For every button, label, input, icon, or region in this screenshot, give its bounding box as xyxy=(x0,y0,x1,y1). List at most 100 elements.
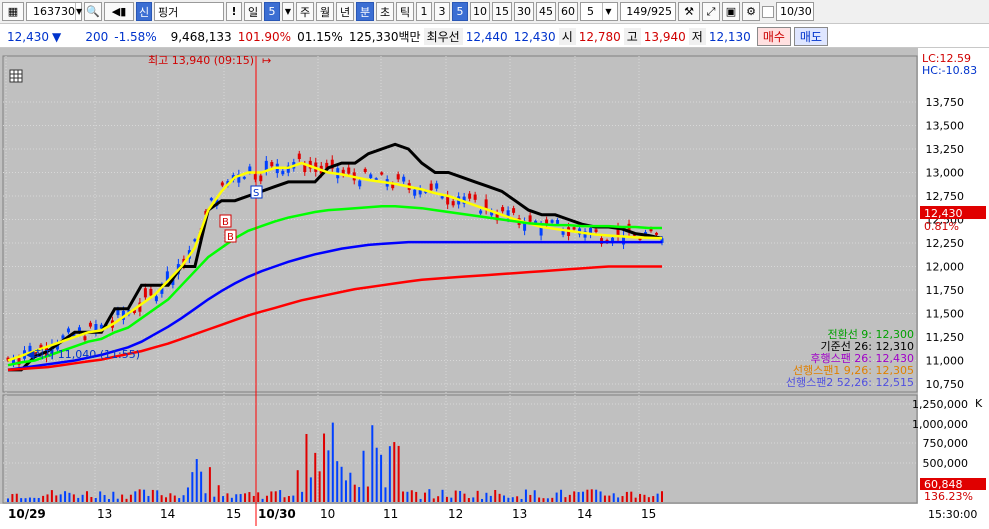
volume-bar xyxy=(516,496,519,502)
grid-toggle-icon[interactable] xyxy=(9,69,23,83)
volume-bar xyxy=(301,491,304,502)
volume-bar xyxy=(327,450,330,502)
interval-5[interactable]: 5 xyxy=(452,2,468,21)
period-value[interactable]: 5 xyxy=(264,2,280,21)
interval-30[interactable]: 30 xyxy=(514,2,534,21)
tab-minute[interactable]: 분 xyxy=(356,2,374,21)
volume-bar xyxy=(489,495,492,502)
price-tick-label: 11,000 xyxy=(926,355,965,368)
sell-button[interactable]: 매도 xyxy=(793,27,829,46)
tab-week[interactable]: 주 xyxy=(296,2,314,21)
search-icon[interactable]: 🔍 xyxy=(84,2,102,21)
volume-bar xyxy=(441,489,444,502)
volume-bar xyxy=(64,491,67,502)
volume-bar xyxy=(15,493,18,502)
volume-bar xyxy=(507,497,510,502)
count-select[interactable]: 5 ▼ xyxy=(580,2,618,21)
volume-bar xyxy=(24,498,27,502)
change-arrow-icon: ▼ xyxy=(52,29,62,44)
interval-3[interactable]: 3 xyxy=(434,2,450,21)
volume-bar xyxy=(542,498,545,502)
volume-bar xyxy=(603,495,606,502)
stock-code-input[interactable]: 163730 ▼ xyxy=(26,2,82,21)
top-toolbar: ▦ 163730 ▼ 🔍 ◀▮ 신 핑거 ! 일 5 ▼ 주 월 년 분 초 틱… xyxy=(0,0,989,24)
signal-b-marker: B xyxy=(219,214,232,228)
chevron-down-icon[interactable]: ▼ xyxy=(602,3,614,20)
candle-body xyxy=(594,229,598,233)
interval-60[interactable]: 60 xyxy=(558,2,578,21)
volume-bar xyxy=(476,490,479,502)
stock-code-value: 163730 xyxy=(33,5,75,18)
volume-bar xyxy=(511,497,514,502)
date-field[interactable]: 10/30 xyxy=(776,2,814,21)
current-price: 12,430 xyxy=(7,29,49,44)
volume-bar xyxy=(86,491,89,502)
interval-1[interactable]: 1 xyxy=(416,2,432,21)
volume-bar xyxy=(384,487,387,502)
volume-bar xyxy=(639,493,642,502)
volume-bar xyxy=(437,496,440,502)
chart-tools-icon[interactable]: ⚒ xyxy=(678,2,700,21)
tab-tick[interactable]: 틱 xyxy=(396,2,414,21)
volume-bar xyxy=(590,489,593,502)
chart-type-icon[interactable]: ▦ xyxy=(2,2,24,21)
price-chart-svg[interactable]: 최고 13,940 (09:15) ↦ 최저 11,040 (11:55) ◀ … xyxy=(0,48,989,526)
volume-bar xyxy=(182,495,185,502)
info-button[interactable]: ! xyxy=(226,2,242,21)
interval-10[interactable]: 10 xyxy=(470,2,490,21)
time-tick-label: 10/30 xyxy=(258,507,296,521)
save-icon[interactable]: ▣ xyxy=(722,2,740,21)
candle-body xyxy=(66,328,70,333)
volume-bar xyxy=(445,496,448,502)
volume-bar xyxy=(428,489,431,502)
chart-area[interactable]: 최고 13,940 (09:15) ↦ 최저 11,040 (11:55) ◀ … xyxy=(0,48,989,526)
volume-bar xyxy=(397,445,400,502)
high-value: 13,940 xyxy=(643,29,686,44)
tab-year[interactable]: 년 xyxy=(336,2,354,21)
volume-bar xyxy=(112,491,115,502)
volume-panel xyxy=(2,394,918,504)
volume-bar xyxy=(72,494,75,502)
buy-button[interactable]: 매수 xyxy=(756,27,791,46)
volume-bar xyxy=(191,472,194,502)
volume-bar xyxy=(459,490,462,502)
price-tick-label: 13,750 xyxy=(926,96,965,109)
tab-month[interactable]: 월 xyxy=(316,2,334,21)
interval-15[interactable]: 15 xyxy=(492,2,512,21)
high-label: 고 xyxy=(623,28,641,45)
volume-bar xyxy=(402,491,405,502)
volume-bar xyxy=(165,497,168,502)
volume-pct-tag: 136.23% xyxy=(924,490,973,503)
low-arrow-icon: ◀ xyxy=(26,348,35,361)
volume-bar xyxy=(279,490,282,502)
turnover-pct: 01.15% xyxy=(297,29,343,44)
price-tick-label: 13,000 xyxy=(926,167,965,180)
date-checkbox[interactable] xyxy=(762,5,774,18)
chevron-down-icon[interactable]: ▼ xyxy=(75,3,82,20)
volume-bar xyxy=(454,490,457,502)
volume-bar xyxy=(652,496,655,502)
candle-body xyxy=(149,288,153,296)
crosshair-icon[interactable]: ⤢ xyxy=(702,2,720,21)
gear-icon[interactable]: ⚙ xyxy=(742,2,760,21)
candle-body xyxy=(440,196,444,199)
volume-bar xyxy=(248,492,251,502)
volume-bar xyxy=(230,497,233,502)
stock-name-field[interactable]: 핑거 xyxy=(154,2,224,21)
period-dropdown-icon[interactable]: ▼ xyxy=(282,2,294,21)
volume-bar xyxy=(59,494,62,502)
candle-body xyxy=(116,309,120,316)
price-tick-label: 11,500 xyxy=(926,308,965,321)
volume-bar xyxy=(173,495,176,502)
hc-label: HC:-10.83 xyxy=(922,64,977,77)
interval-45[interactable]: 45 xyxy=(536,2,556,21)
volume-bar xyxy=(551,497,554,502)
volume-bar xyxy=(625,491,628,502)
candle-body xyxy=(358,180,362,187)
volume-bar xyxy=(621,496,624,502)
volume-toggle-icon[interactable]: ◀▮ xyxy=(104,2,134,21)
period-day-button[interactable]: 일 xyxy=(244,2,262,21)
volume-bar xyxy=(375,447,378,502)
tab-second[interactable]: 초 xyxy=(376,2,394,21)
volume-bar xyxy=(37,497,40,502)
